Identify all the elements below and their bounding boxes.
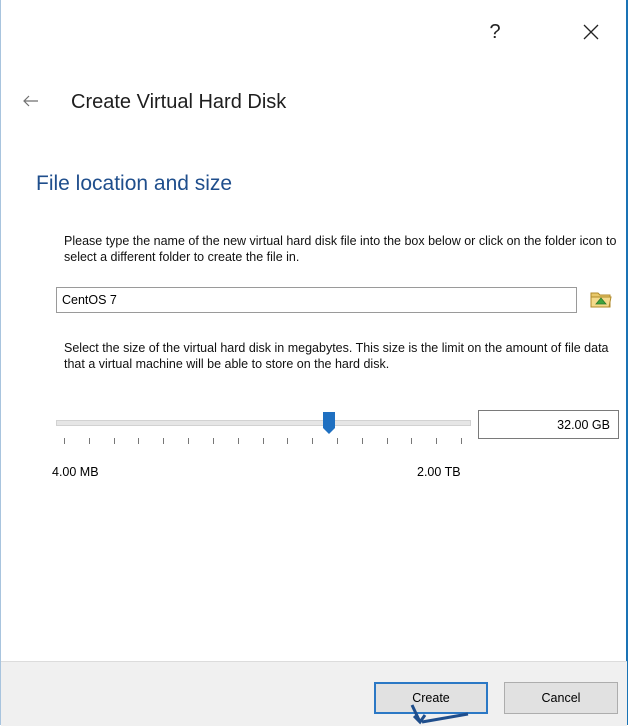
folder-icon [590,292,612,308]
help-button[interactable]: ? [475,14,515,50]
dialog-title: Create Virtual Hard Disk [71,91,287,113]
slider-thumb[interactable] [323,412,335,439]
help-label: ? [489,20,501,43]
slider-tick [411,438,412,444]
choose-folder-button[interactable] [589,287,613,313]
slider-tick [238,438,239,444]
slider-tick [387,438,388,444]
slider-tick [337,438,338,444]
file-location-input[interactable] [56,287,577,313]
slider-tick [114,438,115,444]
arrow-left-icon [23,95,38,107]
slider-tick [213,438,214,444]
slider-tick [138,438,139,444]
section-title: File location and size [36,172,233,195]
size-input[interactable] [478,410,619,439]
slider-tick [263,438,264,444]
slider-tick [163,438,164,444]
size-description: Select the size of the virtual hard disk… [64,341,609,371]
slider-tick [188,438,189,444]
slider-tick [287,438,288,444]
size-min-label: 4.00 MB [52,465,99,479]
dialog-window: ? Create Virtual Hard Disk File location… [0,0,628,726]
pointer-arrow-icon [410,704,469,725]
slider-tick [362,438,363,444]
slider-tick [436,438,437,444]
back-button[interactable] [23,90,39,113]
slider-tick [461,438,462,444]
close-icon [583,24,599,40]
file-location-description: Please type the name of the new virtual … [64,234,617,264]
slider-tick [89,438,90,444]
slider-tick [312,438,313,444]
dialog-footer: Create Cancel [1,661,627,726]
slider-tick [64,438,65,444]
size-max-label: 2.00 TB [417,465,461,479]
cancel-button[interactable]: Cancel [504,682,618,714]
slider-ticks [56,438,471,446]
close-button[interactable] [571,14,611,50]
slider-track [56,420,471,426]
size-slider[interactable] [56,408,471,448]
